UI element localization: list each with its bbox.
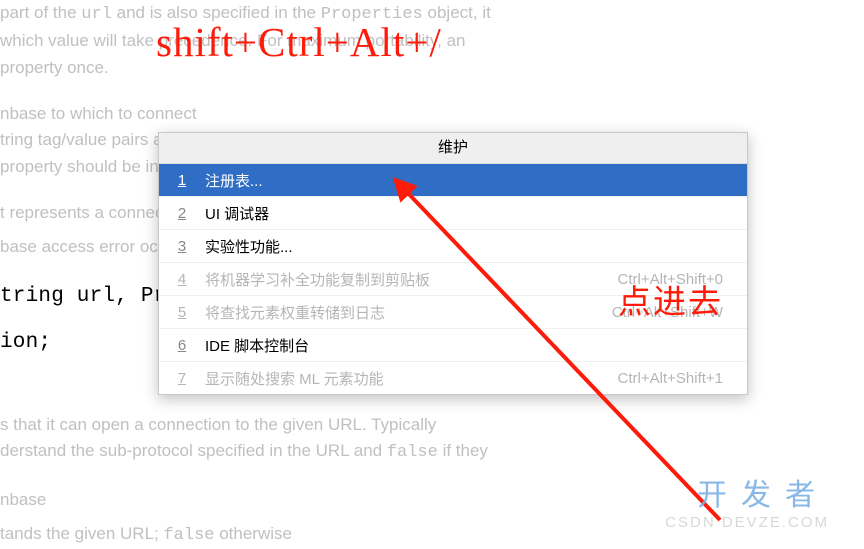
menu-item-number: 3: [159, 238, 205, 255]
doc-text: otherwise: [215, 524, 292, 543]
doc-code: false: [387, 443, 438, 462]
menu-item-label: 将机器学习补全功能复制到剪贴板: [205, 269, 618, 290]
menu-item-shortcut: Ctrl+Alt+Shift+1: [618, 370, 747, 387]
doc-text: s that it can open a connection to the g…: [0, 415, 436, 434]
menu-item-label: 注册表...: [205, 170, 723, 191]
shortcut-annotation: shift+Ctrl+Alt+/: [156, 18, 442, 66]
doc-text: nbase: [0, 490, 46, 509]
menu-item-number: 4: [159, 271, 205, 288]
watermark-csdn: CSDN DEVZE.COM: [665, 514, 829, 531]
menu-item-label: UI 调试器: [205, 203, 723, 224]
popup-title: 维护: [159, 133, 747, 164]
code-signature: ion;: [0, 331, 51, 354]
menu-item-number: 5: [159, 304, 205, 321]
menu-item-label: 实验性功能...: [205, 236, 723, 257]
doc-text: property once.: [0, 58, 109, 77]
doc-text: if they: [438, 441, 488, 460]
menu-item-6[interactable]: 6IDE 脚本控制台: [159, 329, 747, 362]
menu-item-number: 6: [159, 337, 205, 354]
menu-item-1[interactable]: 1注册表...: [159, 164, 747, 197]
doc-text: nbase to which to connect: [0, 104, 197, 123]
menu-item-label: 显示随处搜索 ML 元素功能: [205, 368, 618, 389]
menu-item-3[interactable]: 3实验性功能...: [159, 230, 747, 263]
maintenance-popup: 维护 1注册表...2UI 调试器3实验性功能...4将机器学习补全功能复制到剪…: [158, 132, 748, 395]
menu-item-label: 将查找元素权重转储到日志: [205, 302, 612, 323]
watermark-dev: 开发者: [697, 470, 829, 514]
menu-item-7: 7显示随处搜索 ML 元素功能Ctrl+Alt+Shift+1: [159, 362, 747, 394]
doc-text: tands the given URL;: [0, 524, 163, 543]
click-annotation: 点进去: [618, 275, 723, 323]
menu-item-2[interactable]: 2UI 调试器: [159, 197, 747, 230]
doc-text: derstand the sub-protocol specified in t…: [0, 441, 387, 460]
menu-item-number: 2: [159, 205, 205, 222]
menu-item-number: 7: [159, 370, 205, 387]
doc-code: url: [81, 5, 112, 24]
doc-text: part of the: [0, 3, 81, 22]
menu-item-label: IDE 脚本控制台: [205, 335, 723, 356]
doc-code: false: [163, 526, 214, 545]
menu-item-number: 1: [159, 172, 205, 189]
